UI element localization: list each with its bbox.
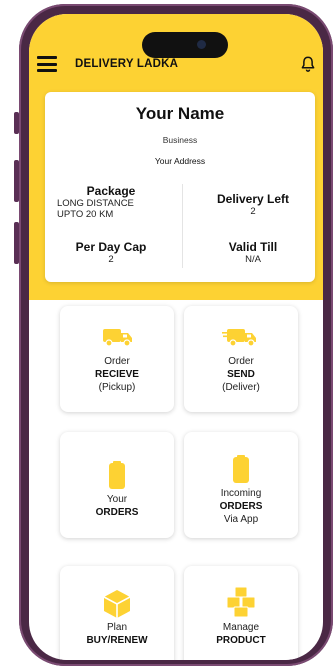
delivery-left-stat: Delivery Left 2 (191, 192, 315, 217)
manage-product-tile[interactable]: Manage PRODUCT (184, 566, 298, 660)
per-day-cap-label: Per Day Cap (75, 240, 147, 254)
profile-card: Your Name Business Your Address Package … (45, 92, 315, 282)
delivery-left-value: 2 (250, 206, 256, 217)
boxes-icon (226, 586, 256, 618)
camera-icon (197, 40, 206, 49)
order-send-line3: (Deliver) (222, 382, 260, 393)
valid-till-value: N/A (245, 254, 261, 265)
delivery-left-label: Delivery Left (216, 192, 290, 206)
stats-divider (182, 184, 183, 268)
truck-icon (222, 329, 256, 347)
package-value-2: UPTO 20 KM (57, 209, 114, 220)
parcel-icon (109, 461, 125, 489)
order-receive-line2: RECIEVE (95, 369, 139, 380)
order-send-tile[interactable]: Order SEND (Deliver) (184, 306, 298, 412)
valid-till-label: Valid Till (228, 240, 278, 254)
order-receive-line1: Order (104, 356, 130, 367)
camera-notch (142, 32, 228, 58)
package-value-1: LONG DISTANCE (57, 198, 134, 209)
plan-tile[interactable]: Plan BUY/RENEW (60, 566, 174, 660)
order-send-line1: Order (228, 356, 254, 367)
menu-icon[interactable] (37, 56, 57, 72)
your-orders-tile[interactable]: Your ORDERS (60, 432, 174, 538)
truck-icon (103, 329, 132, 347)
incoming-orders-line2: ORDERS (219, 501, 263, 512)
parcel-icon (233, 455, 249, 483)
order-receive-line3: (Pickup) (98, 382, 136, 393)
per-day-cap-stat: Per Day Cap 2 (51, 240, 171, 265)
box-icon (103, 590, 131, 618)
user-address: Your Address (154, 156, 206, 166)
bell-icon[interactable] (299, 54, 317, 74)
plan-line1: Plan (106, 622, 127, 633)
package-stat: Package LONG DISTANCE UPTO 20 KM (51, 184, 171, 220)
your-orders-line2: ORDERS (95, 507, 139, 518)
app-screen: DELIVERY LADKA Your Name Business Your A… (29, 14, 323, 660)
valid-till-stat: Valid Till N/A (191, 240, 315, 265)
order-send-line2: SEND (227, 369, 255, 380)
per-day-cap-value: 2 (108, 254, 114, 265)
incoming-orders-tile[interactable]: Incoming ORDERS Via App (184, 432, 298, 538)
manage-product-line1: Manage (222, 622, 260, 633)
user-name: Your Name (135, 104, 225, 123)
incoming-orders-line1: Incoming (220, 488, 262, 499)
manage-product-line2: PRODUCT (216, 635, 266, 646)
business-name: Business (162, 135, 198, 145)
your-orders-line1: Your (106, 494, 128, 505)
order-receive-tile[interactable]: Order RECIEVE (Pickup) (60, 306, 174, 412)
incoming-orders-line3: Via App (223, 514, 259, 525)
app-title: DELIVERY LADKA (75, 58, 179, 70)
plan-line2: BUY/RENEW (86, 635, 148, 646)
package-label: Package (86, 184, 136, 198)
